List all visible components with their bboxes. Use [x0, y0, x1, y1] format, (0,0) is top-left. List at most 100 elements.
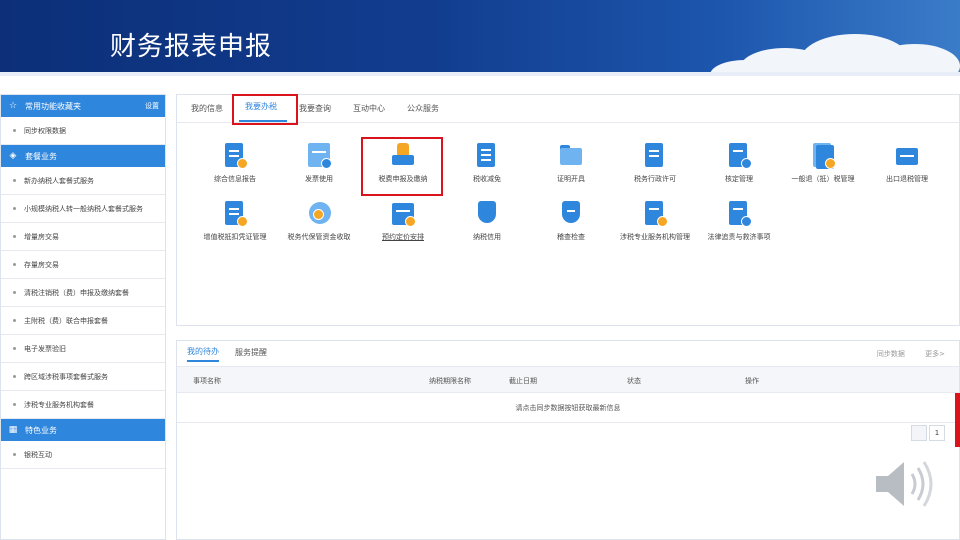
bullet-icon	[13, 375, 16, 378]
func-agency-management[interactable]: 涉税专业服务机构管理	[613, 201, 697, 242]
shield-icon	[558, 201, 584, 227]
column-header: 操作	[745, 377, 759, 385]
sidebar-item-label: 涉税专业服务机构套餐	[24, 400, 94, 409]
func-label: 综合信息报告	[214, 175, 256, 183]
column-header: 纳税期限名称	[429, 377, 471, 385]
sidebar-item[interactable]: 小规模纳税人转一般纳税人套餐式服务	[1, 195, 165, 223]
page-number-button[interactable]: 1	[929, 425, 945, 441]
credit-shield-icon	[474, 201, 500, 227]
func-admin-license[interactable]: 税务行政许可	[613, 143, 697, 184]
more-link[interactable]: 更多>	[925, 350, 945, 358]
func-label: 一般退（抵）税管理	[791, 175, 855, 183]
sidebar-section-title: 套餐业务	[25, 151, 57, 161]
func-invoice-use[interactable]: 发票使用	[277, 143, 361, 184]
bullet-icon	[13, 263, 16, 266]
sidebar-item-label: 增量房交易	[24, 232, 59, 241]
func-pricing-arrangement[interactable]: 预约定价安排	[361, 201, 445, 242]
column-header: 状态	[627, 377, 641, 385]
bullet-icon	[13, 453, 16, 456]
func-label: 出口退税管理	[886, 175, 928, 183]
tab-public-service[interactable]: 公众服务	[401, 103, 449, 122]
refund-icon	[810, 143, 836, 169]
prev-page-button[interactable]	[911, 425, 927, 441]
tab-service-reminder[interactable]: 服务提醒	[235, 347, 267, 361]
sidebar-item-label: 主附税（费）联合申报套餐	[24, 316, 108, 325]
tab-my-info[interactable]: 我的信息	[185, 103, 233, 122]
todo-panel: 我的待办 服务提醒 同步数据 更多> 事项名称 纳税期限名称 截止日期 状态 操…	[176, 340, 960, 540]
main-panel: 我的信息 我要办税 我要查询 互动中心 公众服务 综合信息报告 发票使用 税费申…	[176, 94, 960, 326]
func-credit[interactable]: 纳税信用	[445, 201, 529, 242]
func-legal-remedy[interactable]: 法律追责与救济事项	[697, 201, 781, 242]
sidebar: ☆ 常用功能收藏夹 设置 同步权限数据 ◈ 套餐业务 新办纳税人套餐式服务 小规…	[0, 94, 166, 540]
sidebar-item[interactable]: 增量房交易	[1, 223, 165, 251]
building-icon	[642, 201, 668, 227]
bullet-icon	[13, 179, 16, 182]
coin-icon	[306, 201, 332, 227]
bullet-icon	[13, 403, 16, 406]
tab-interaction[interactable]: 互动中心	[347, 103, 395, 122]
sidebar-item-label: 小规模纳税人转一般纳税人套餐式服务	[24, 204, 143, 213]
highlight-box-function	[361, 137, 443, 196]
todo-links: 同步数据 更多>	[859, 349, 945, 359]
sidebar-item[interactable]: 存量房交易	[1, 251, 165, 279]
func-label: 预约定价安排	[382, 233, 424, 241]
star-icon: ☆	[8, 101, 18, 111]
sidebar-item-label: 银税互动	[24, 450, 52, 459]
func-label: 稽查检查	[557, 233, 585, 241]
sidebar-item[interactable]: 主附税（费）联合申报套餐	[1, 307, 165, 335]
sidebar-item[interactable]: 涉税专业服务机构套餐	[1, 391, 165, 419]
func-label: 证明开具	[557, 175, 585, 183]
pagination: 1	[909, 425, 945, 441]
grid-icon: ▦	[8, 425, 18, 435]
func-label: 法律追责与救济事项	[707, 233, 771, 241]
func-inspection[interactable]: 稽查检查	[529, 201, 613, 242]
func-fund-custody[interactable]: 税务代保管资金收取	[277, 201, 361, 242]
func-label: 核定管理	[725, 175, 753, 183]
sidebar-item-label: 清税注销税（费）申报及缴纳套餐	[24, 288, 129, 297]
settings-link[interactable]: 设置	[145, 101, 159, 111]
func-refund[interactable]: 一般退（抵）税管理	[781, 143, 865, 184]
bullet-icon	[13, 291, 16, 294]
sidebar-section-featured[interactable]: ▦ 特色业务	[1, 419, 165, 441]
layers-icon: ◈	[9, 151, 17, 161]
func-export-refund[interactable]: 出口退税管理	[865, 143, 949, 184]
func-label: 发票使用	[305, 175, 333, 183]
sidebar-section-packages[interactable]: ◈ 套餐业务	[1, 145, 165, 167]
sidebar-item[interactable]: 清税注销税（费）申报及缴纳套餐	[1, 279, 165, 307]
sidebar-item[interactable]: 电子发票验旧	[1, 335, 165, 363]
sidebar-item[interactable]: 新办纳税人套餐式服务	[1, 167, 165, 195]
func-assessment[interactable]: 核定管理	[697, 143, 781, 184]
tab-my-todo[interactable]: 我的待办	[187, 346, 219, 362]
speaker-icon[interactable]	[872, 456, 936, 512]
func-info-report[interactable]: 综合信息报告	[193, 143, 277, 184]
sidebar-section-favorites[interactable]: ☆ 常用功能收藏夹 设置	[1, 95, 165, 117]
empty-message: 请点击同步数据按钮获取最新信息	[177, 393, 959, 423]
func-label: 税务代保管资金收取	[287, 233, 351, 241]
sidebar-item[interactable]: 银税互动	[1, 441, 165, 469]
document-gear-icon	[222, 201, 248, 227]
bullet-icon	[13, 129, 16, 132]
sidebar-item-label: 新办纳税人套餐式服务	[24, 176, 94, 185]
func-label: 纳税信用	[473, 233, 501, 241]
tab-query[interactable]: 我要查询	[293, 103, 341, 122]
sidebar-item[interactable]: 跨区域涉税事项套餐式服务	[1, 363, 165, 391]
page-title: 财务报表申报	[110, 32, 273, 62]
func-certificate[interactable]: 证明开具	[529, 143, 613, 184]
sync-data-link[interactable]: 同步数据	[877, 350, 905, 358]
column-header: 事项名称	[193, 377, 221, 385]
highlight-box-tab	[232, 94, 298, 125]
folder-icon	[558, 143, 584, 169]
bullet-icon	[13, 235, 16, 238]
func-label: 涉税专业服务机构管理	[620, 233, 690, 241]
func-vat-deduction[interactable]: 增值税抵扣凭证管理	[193, 201, 277, 242]
banner-divider	[0, 72, 960, 76]
sidebar-item[interactable]: 同步权限数据	[1, 117, 165, 145]
bullet-icon	[13, 319, 16, 322]
side-floating-tab[interactable]	[955, 393, 960, 447]
document-icon	[222, 143, 248, 169]
bullet-icon	[13, 347, 16, 350]
calendar-icon	[390, 201, 416, 227]
func-label: 增值税抵扣凭证管理	[203, 233, 267, 241]
yen-box-icon	[894, 143, 920, 169]
func-tax-reduction[interactable]: 税收减免	[445, 143, 529, 184]
